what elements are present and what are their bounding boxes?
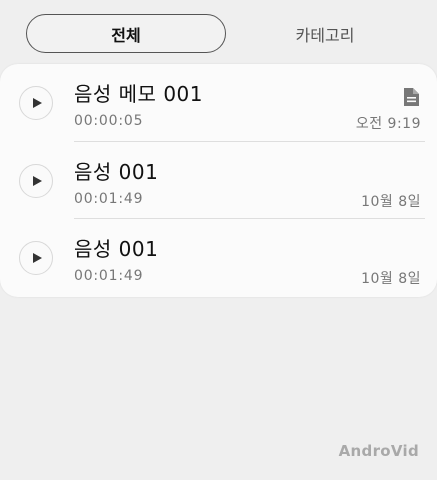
watermark-logo: AndroVid	[338, 442, 419, 460]
play-button[interactable]	[19, 86, 53, 120]
recording-title: 음성 001	[74, 160, 159, 184]
play-icon	[33, 253, 42, 263]
play-icon	[33, 176, 42, 186]
recording-duration: 00:01:49	[74, 268, 144, 284]
recording-duration: 00:01:49	[74, 191, 144, 207]
recording-title: 음성 001	[74, 237, 159, 261]
category-tabs: 전체 카테고리	[26, 14, 424, 53]
recording-date: 10월 8일	[361, 271, 421, 287]
file-icon	[404, 88, 419, 106]
recordings-list: 음성 메모 001 00:00:05 오전 9:19 음성 001 00:01:…	[0, 64, 437, 297]
recording-duration: 00:00:05	[74, 113, 144, 129]
recording-date: 오전 9:19	[355, 116, 421, 132]
recording-title: 음성 메모 001	[74, 82, 203, 106]
recording-date: 10월 8일	[361, 194, 421, 210]
play-icon	[33, 98, 42, 108]
tab-category[interactable]: 카테고리	[226, 14, 424, 53]
play-button[interactable]	[19, 241, 53, 275]
tab-all[interactable]: 전체	[26, 14, 226, 53]
play-button[interactable]	[19, 164, 53, 198]
list-item[interactable]: 음성 메모 001 00:00:05 오전 9:19	[0, 64, 437, 141]
list-item[interactable]: 음성 001 00:01:49 10월 8일	[0, 142, 437, 219]
list-item[interactable]: 음성 001 00:01:49 10월 8일	[0, 219, 437, 296]
